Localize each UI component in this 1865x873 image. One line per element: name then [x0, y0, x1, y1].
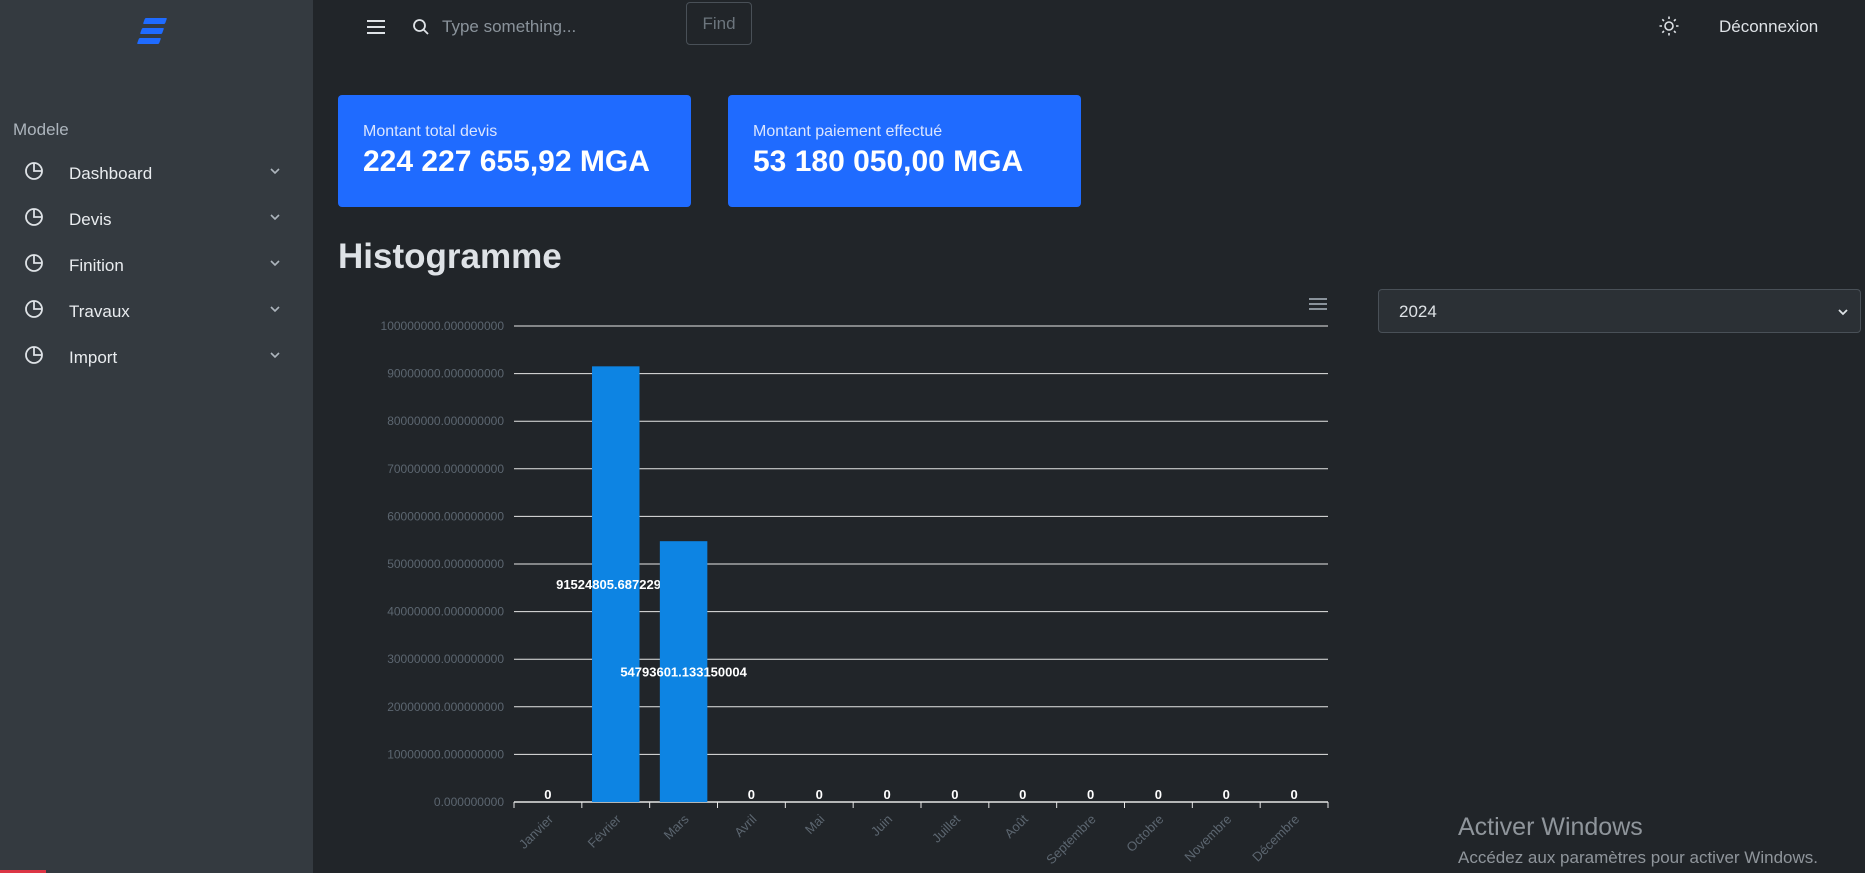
sidebar: Modele Dashboard Devis Finition Travaux …: [0, 0, 313, 873]
sidebar-nav: Dashboard Devis Finition Travaux Import: [0, 150, 313, 380]
bar-data-label: 0: [1155, 787, 1162, 802]
x-tick-label: Août: [1001, 811, 1031, 841]
sidebar-item-dashboard[interactable]: Dashboard: [0, 150, 313, 196]
x-tick-label: Mars: [661, 811, 692, 842]
y-tick-label: 60000000.000000000: [387, 509, 504, 523]
x-tick-label: Juin: [868, 812, 895, 839]
y-tick-label: 100000000.000000000: [381, 319, 505, 333]
bar-data-label: 0: [1019, 787, 1026, 802]
chevron-down-icon: [270, 214, 280, 221]
y-tick-label: 90000000.000000000: [387, 367, 504, 381]
watermark-title: Activer Windows: [1458, 813, 1643, 841]
sidebar-item-label: Travaux: [69, 302, 130, 321]
brand-logo[interactable]: [136, 16, 168, 48]
x-tick-label: Septembre: [1043, 812, 1099, 868]
total-devis-card: Montant total devis 224 227 655,92 MGA: [338, 95, 691, 207]
sidebar-item-finition[interactable]: Finition: [0, 242, 313, 288]
y-tick-label: 50000000.000000000: [387, 557, 504, 571]
sidebar-item-label: Dashboard: [69, 164, 153, 183]
y-tick-label: 30000000.000000000: [387, 652, 504, 666]
section-heading: Histogramme: [338, 237, 562, 276]
bar-data-label: 0: [1087, 787, 1094, 802]
bar-data-label: 0: [883, 787, 890, 802]
sidebar-item-devis[interactable]: Devis: [0, 196, 313, 242]
card-title: Montant paiement effectué: [753, 123, 943, 140]
hamburger-menu-icon[interactable]: [365, 17, 387, 37]
y-tick-label: 20000000.000000000: [387, 700, 504, 714]
watermark-subtitle: Accédez aux paramètres pour activer Wind…: [1458, 848, 1818, 867]
bar-data-label: 0: [544, 787, 551, 802]
windows-activation-watermark: Activer Windows Accédez aux paramètres p…: [1458, 813, 1818, 868]
bar-data-label: 0: [951, 787, 958, 802]
chevron-down-icon: [270, 260, 280, 267]
x-tick-label: Novembre: [1181, 812, 1234, 865]
find-button[interactable]: Find: [686, 2, 752, 45]
y-tick-label: 40000000.000000000: [387, 605, 504, 619]
y-tick-label: 0.000000000: [434, 795, 504, 809]
pie-chart-icon: [25, 346, 43, 364]
chevron-down-icon: [270, 306, 280, 313]
pie-chart-icon: [25, 254, 43, 272]
sun-icon[interactable]: [1658, 15, 1680, 37]
x-tick-label: Octobre: [1123, 812, 1166, 855]
bar-data-label: 0: [1223, 787, 1230, 802]
bar-data-label: 0: [1290, 787, 1297, 802]
x-tick-label: Avril: [731, 811, 759, 839]
sidebar-item-label: Finition: [69, 256, 124, 275]
search-input[interactable]: [442, 12, 672, 42]
sidebar-item-label: Import: [69, 348, 118, 367]
chart-menu-icon[interactable]: [1308, 296, 1328, 312]
bar-data-label: 54793601.133150004: [620, 665, 747, 680]
histogram-chart: 0.000000000 10000000.000000000 20000000.00…: [381, 319, 1329, 868]
y-tick-label: 80000000.000000000: [387, 414, 504, 428]
pie-chart-icon: [25, 300, 43, 318]
y-tick-label: 70000000.000000000: [387, 462, 504, 476]
year-select[interactable]: 2024: [1378, 289, 1861, 333]
logout-link[interactable]: Déconnexion: [1719, 17, 1818, 37]
card-value: 224 227 655,92 MGA: [363, 145, 650, 178]
bar-data-label: 0: [748, 787, 755, 802]
pie-chart-icon: [25, 208, 43, 226]
bar-data-label: 91524805.68722999: [556, 577, 675, 592]
year-select-value: 2024: [1399, 302, 1437, 321]
sidebar-item-label: Devis: [69, 210, 112, 229]
chevron-down-icon: [270, 352, 280, 359]
pie-chart-icon: [25, 162, 43, 180]
sidebar-item-import[interactable]: Import: [0, 334, 313, 380]
x-tick-label: Juillet: [929, 811, 963, 845]
sidebar-item-travaux[interactable]: Travaux: [0, 288, 313, 334]
y-tick-label: 10000000.000000000: [387, 747, 504, 761]
x-tick-label: Janvier: [516, 811, 557, 852]
chevron-down-icon: [1838, 309, 1848, 316]
sidebar-section-title: Modele: [13, 120, 69, 139]
x-tick-label: Février: [585, 811, 625, 851]
search-icon: [413, 19, 429, 35]
card-value: 53 180 050,00 MGA: [753, 145, 1024, 178]
x-tick-label: Mai: [802, 811, 827, 836]
chevron-down-icon: [270, 168, 280, 175]
x-tick-label: Décembre: [1249, 812, 1302, 865]
card-title: Montant total devis: [363, 123, 498, 140]
bar-data-label: 0: [816, 787, 823, 802]
paiement-card: Montant paiement effectué 53 180 050,00 …: [728, 95, 1081, 207]
